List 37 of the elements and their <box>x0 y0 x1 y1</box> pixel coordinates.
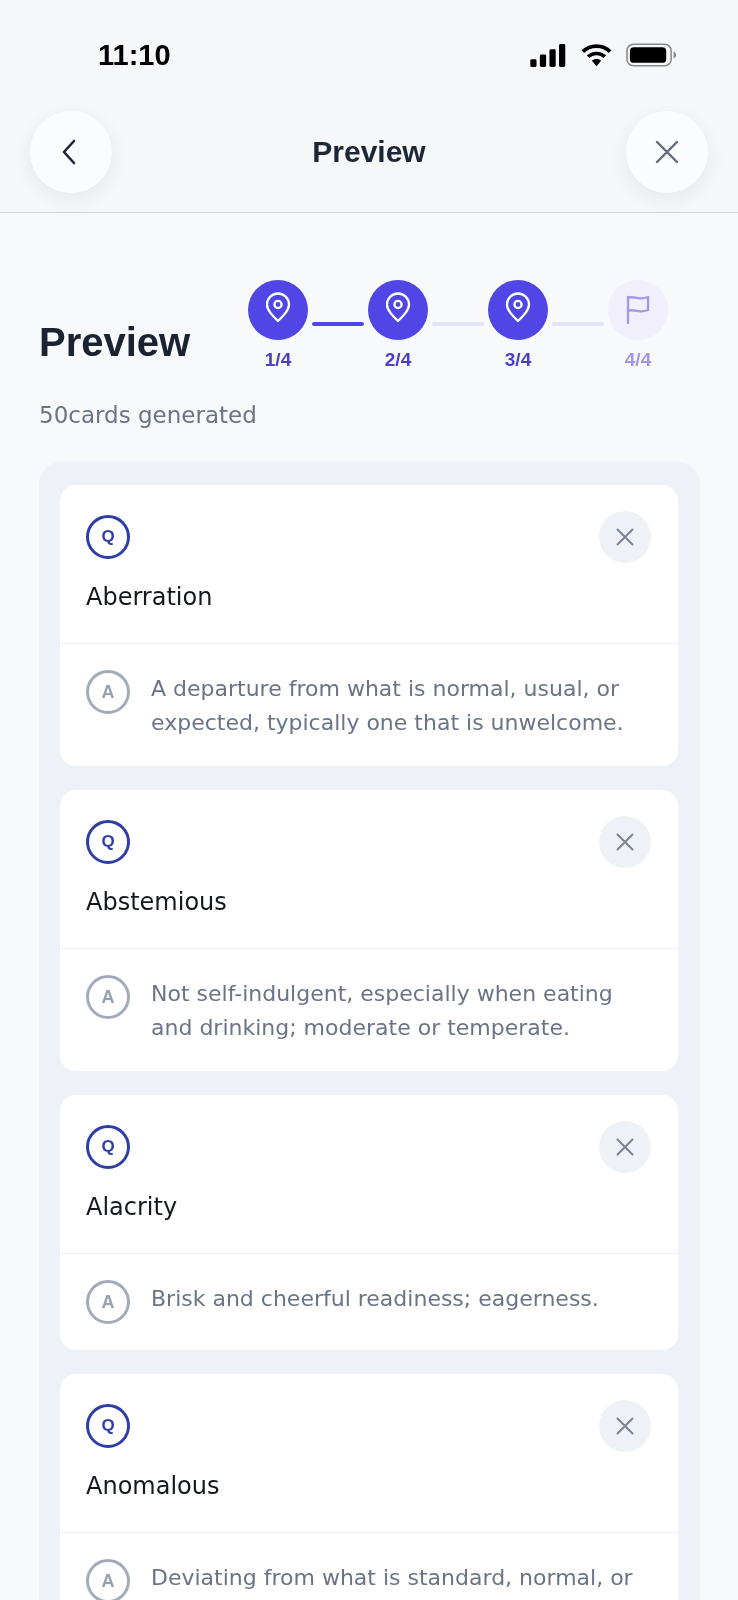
remove-card-button[interactable] <box>599 1400 651 1452</box>
close-icon <box>616 1138 634 1156</box>
answer-badge: A <box>86 1280 130 1324</box>
signal-icon <box>530 43 567 67</box>
close-icon <box>616 833 634 851</box>
step-label: 1/4 <box>264 349 292 371</box>
card-count: 50cards generated <box>39 401 258 430</box>
card-definition: Brisk and cheerful readiness; eagerness. <box>151 1285 599 1313</box>
answer-badge: A <box>86 670 130 714</box>
close-icon <box>616 528 634 546</box>
question-badge: Q <box>86 515 130 559</box>
close-icon <box>616 1417 634 1435</box>
step-label: 3/4 <box>504 349 532 371</box>
battery-icon <box>626 43 677 67</box>
close-icon <box>655 140 679 164</box>
card-term: Abstemious <box>86 887 228 917</box>
question-badge: Q <box>86 1125 130 1169</box>
wifi-icon <box>581 43 612 67</box>
status-time: 11:10 <box>98 38 171 72</box>
card-term: Aberration <box>86 582 214 612</box>
question-badge: Q <box>86 1404 130 1448</box>
question-badge: Q <box>86 820 130 864</box>
card-term: Alacrity <box>86 1192 179 1222</box>
remove-card-button[interactable] <box>599 511 651 563</box>
card-term: Anomalous <box>86 1471 221 1501</box>
card-definition: A departure from what is normal, usual, or expected, typically one that is unwelcome. <box>151 675 625 737</box>
card-definition: Deviating from what is standard, normal, or <box>151 1564 633 1592</box>
card-definition: Not self-indulgent, especially when eating and drinking; moderate or temperate. <box>151 980 614 1042</box>
page-title: Preview <box>39 319 191 366</box>
step-label: 2/4 <box>384 349 412 371</box>
chevron-left-icon <box>61 139 77 165</box>
screen-title: Preview <box>312 134 426 170</box>
step-label: 4/4 <box>624 349 652 371</box>
remove-card-button[interactable] <box>599 816 651 868</box>
answer-badge: A <box>86 1559 130 1600</box>
answer-badge: A <box>86 975 130 1019</box>
remove-card-button[interactable] <box>599 1121 651 1173</box>
